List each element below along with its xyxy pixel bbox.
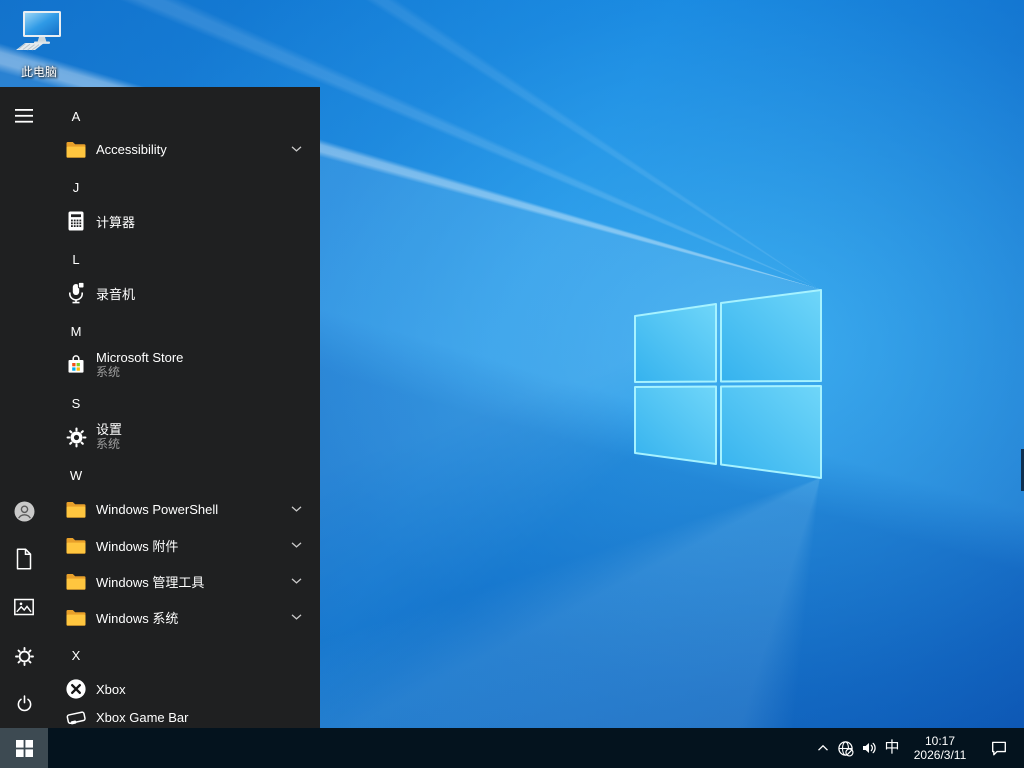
section-header-j[interactable]: J: [48, 170, 320, 204]
item-sublabel: 系统: [96, 437, 122, 452]
item-label: Windows 管理工具: [96, 572, 204, 591]
taskbar: 中 10:17 2026/3/11: [0, 728, 1024, 768]
clock-date: 2026/3/11: [908, 748, 972, 762]
windows-desktop-screen: 此电脑: [0, 0, 1024, 768]
start-menu-item-settings[interactable]: 设置 系统: [48, 413, 320, 461]
documents-button[interactable]: [0, 535, 48, 583]
power-icon: [14, 693, 35, 714]
ime-indicator[interactable]: 中: [880, 728, 904, 768]
windows-logo-icon: [16, 740, 33, 757]
section-letter: L: [64, 252, 88, 267]
chevron-down-icon: [291, 506, 302, 513]
item-label: Xbox Game Bar: [96, 710, 189, 725]
chevron-down-icon: [291, 542, 302, 549]
wallpaper-windows-logo: [634, 289, 823, 480]
item-sublabel: 系统: [96, 365, 183, 380]
start-menu: A Accessibility J: [0, 87, 320, 728]
settings-button[interactable]: [0, 632, 48, 680]
section-header-w[interactable]: W: [48, 458, 320, 492]
microsoft-store-icon: [64, 353, 88, 377]
item-label: Windows 系统: [96, 608, 178, 627]
section-letter: W: [64, 468, 88, 483]
this-pc-icon: [12, 8, 66, 56]
section-letter: X: [64, 648, 88, 663]
user-icon: [14, 501, 35, 522]
taskbar-clock[interactable]: 10:17 2026/3/11: [908, 734, 972, 762]
folder-icon: [64, 605, 88, 629]
settings-gear-icon: [64, 425, 88, 449]
desktop-icon-label: 此电脑: [5, 63, 73, 80]
item-label: Xbox: [96, 682, 126, 697]
folder-icon: [64, 137, 88, 161]
action-center-icon: [990, 739, 1008, 757]
chevron-down-icon: [291, 578, 302, 585]
desktop-icon-this-pc[interactable]: 此电脑: [5, 8, 73, 80]
section-header-a[interactable]: A: [48, 99, 320, 133]
item-label: Microsoft Store: [96, 350, 183, 365]
section-letter: M: [64, 324, 88, 339]
clock-time: 10:17: [908, 734, 972, 748]
voice-recorder-icon: [64, 281, 88, 305]
start-menu-app-list: A Accessibility J: [48, 87, 320, 728]
section-letter: A: [64, 109, 88, 124]
xbox-game-bar-icon: [64, 705, 88, 728]
system-tray: 中 10:17 2026/3/11: [811, 728, 1024, 768]
user-button[interactable]: [0, 487, 48, 535]
settings-gear-icon: [14, 646, 35, 667]
item-label: 设置: [96, 422, 122, 437]
hamburger-button[interactable]: [0, 92, 48, 140]
hidden-icons-button[interactable]: [811, 728, 834, 768]
action-center-button[interactable]: [986, 728, 1012, 768]
section-letter: J: [64, 180, 88, 195]
start-menu-item-calculator[interactable]: 计算器: [48, 203, 320, 239]
item-label: 计算器: [96, 212, 135, 231]
item-label: 录音机: [96, 284, 135, 303]
chevron-down-icon: [291, 146, 302, 153]
start-menu-item-microsoft-store[interactable]: Microsoft Store 系统: [48, 341, 320, 389]
start-menu-item-windows-powershell[interactable]: Windows PowerShell: [48, 491, 320, 527]
speaker-icon: [861, 740, 877, 756]
start-menu-item-accessibility[interactable]: Accessibility: [48, 131, 320, 167]
folder-icon: [64, 533, 88, 557]
chevron-down-icon: [291, 614, 302, 621]
section-letter: S: [64, 396, 88, 411]
calculator-icon: [64, 209, 88, 233]
volume-button[interactable]: [857, 728, 880, 768]
start-menu-rail: [0, 87, 48, 728]
chevron-up-icon: [815, 740, 831, 756]
globe-no-internet-icon: [837, 740, 854, 757]
xbox-icon: [64, 677, 88, 701]
start-menu-item-xbox-game-bar[interactable]: Xbox Game Bar: [48, 699, 320, 728]
hamburger-icon: [15, 109, 33, 123]
section-header-x[interactable]: X: [48, 638, 320, 672]
documents-icon: [14, 548, 34, 570]
folder-icon: [64, 497, 88, 521]
folder-icon: [64, 569, 88, 593]
start-menu-item-windows-admin-tools[interactable]: Windows 管理工具: [48, 563, 320, 599]
pictures-icon: [13, 597, 35, 617]
section-header-l[interactable]: L: [48, 242, 320, 276]
item-label: Windows 附件: [96, 536, 178, 555]
start-menu-item-windows-system[interactable]: Windows 系统: [48, 599, 320, 635]
power-button[interactable]: [0, 679, 48, 727]
start-button[interactable]: [0, 728, 48, 768]
start-menu-item-windows-accessories[interactable]: Windows 附件: [48, 527, 320, 563]
item-label: Windows PowerShell: [96, 502, 218, 517]
pictures-button[interactable]: [0, 583, 48, 631]
item-label: Accessibility: [96, 142, 167, 157]
network-button[interactable]: [834, 728, 857, 768]
start-menu-item-voice-recorder[interactable]: 录音机: [48, 275, 320, 311]
